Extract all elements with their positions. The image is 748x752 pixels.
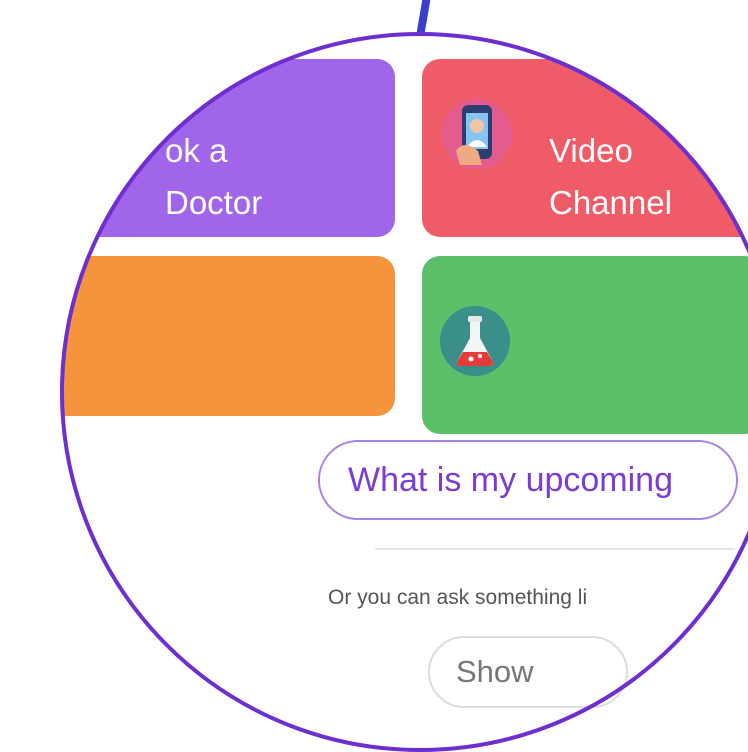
ask-hint-text: Or you can ask something li <box>328 586 588 609</box>
lab-flask-icon <box>440 306 510 376</box>
home-visit-tile[interactable]: Home Visit <box>60 256 395 564</box>
magnifier-lens: ok a Doctor Video Channel Home Visit Hom… <box>60 32 748 752</box>
show-suggestion-chip[interactable]: Show <box>428 636 628 708</box>
upcoming-question-chip[interactable]: What is my upcoming <box>318 440 738 520</box>
video-channel-tile[interactable]: Video Channel <box>422 59 748 237</box>
video-channel-label: Video Channel <box>549 132 672 221</box>
magnified-view: ok a Doctor Video Channel Home Visit Hom… <box>0 0 748 752</box>
divider <box>375 548 735 550</box>
doctor-phone-icon <box>442 99 512 169</box>
home-visit-label: Home Visit <box>144 527 303 564</box>
book-doctor-label: ok a Doctor <box>165 132 263 221</box>
book-doctor-tile[interactable]: ok a Doctor <box>80 59 395 237</box>
home-lab-test-tile[interactable]: Home Lab Test <box>422 256 748 616</box>
